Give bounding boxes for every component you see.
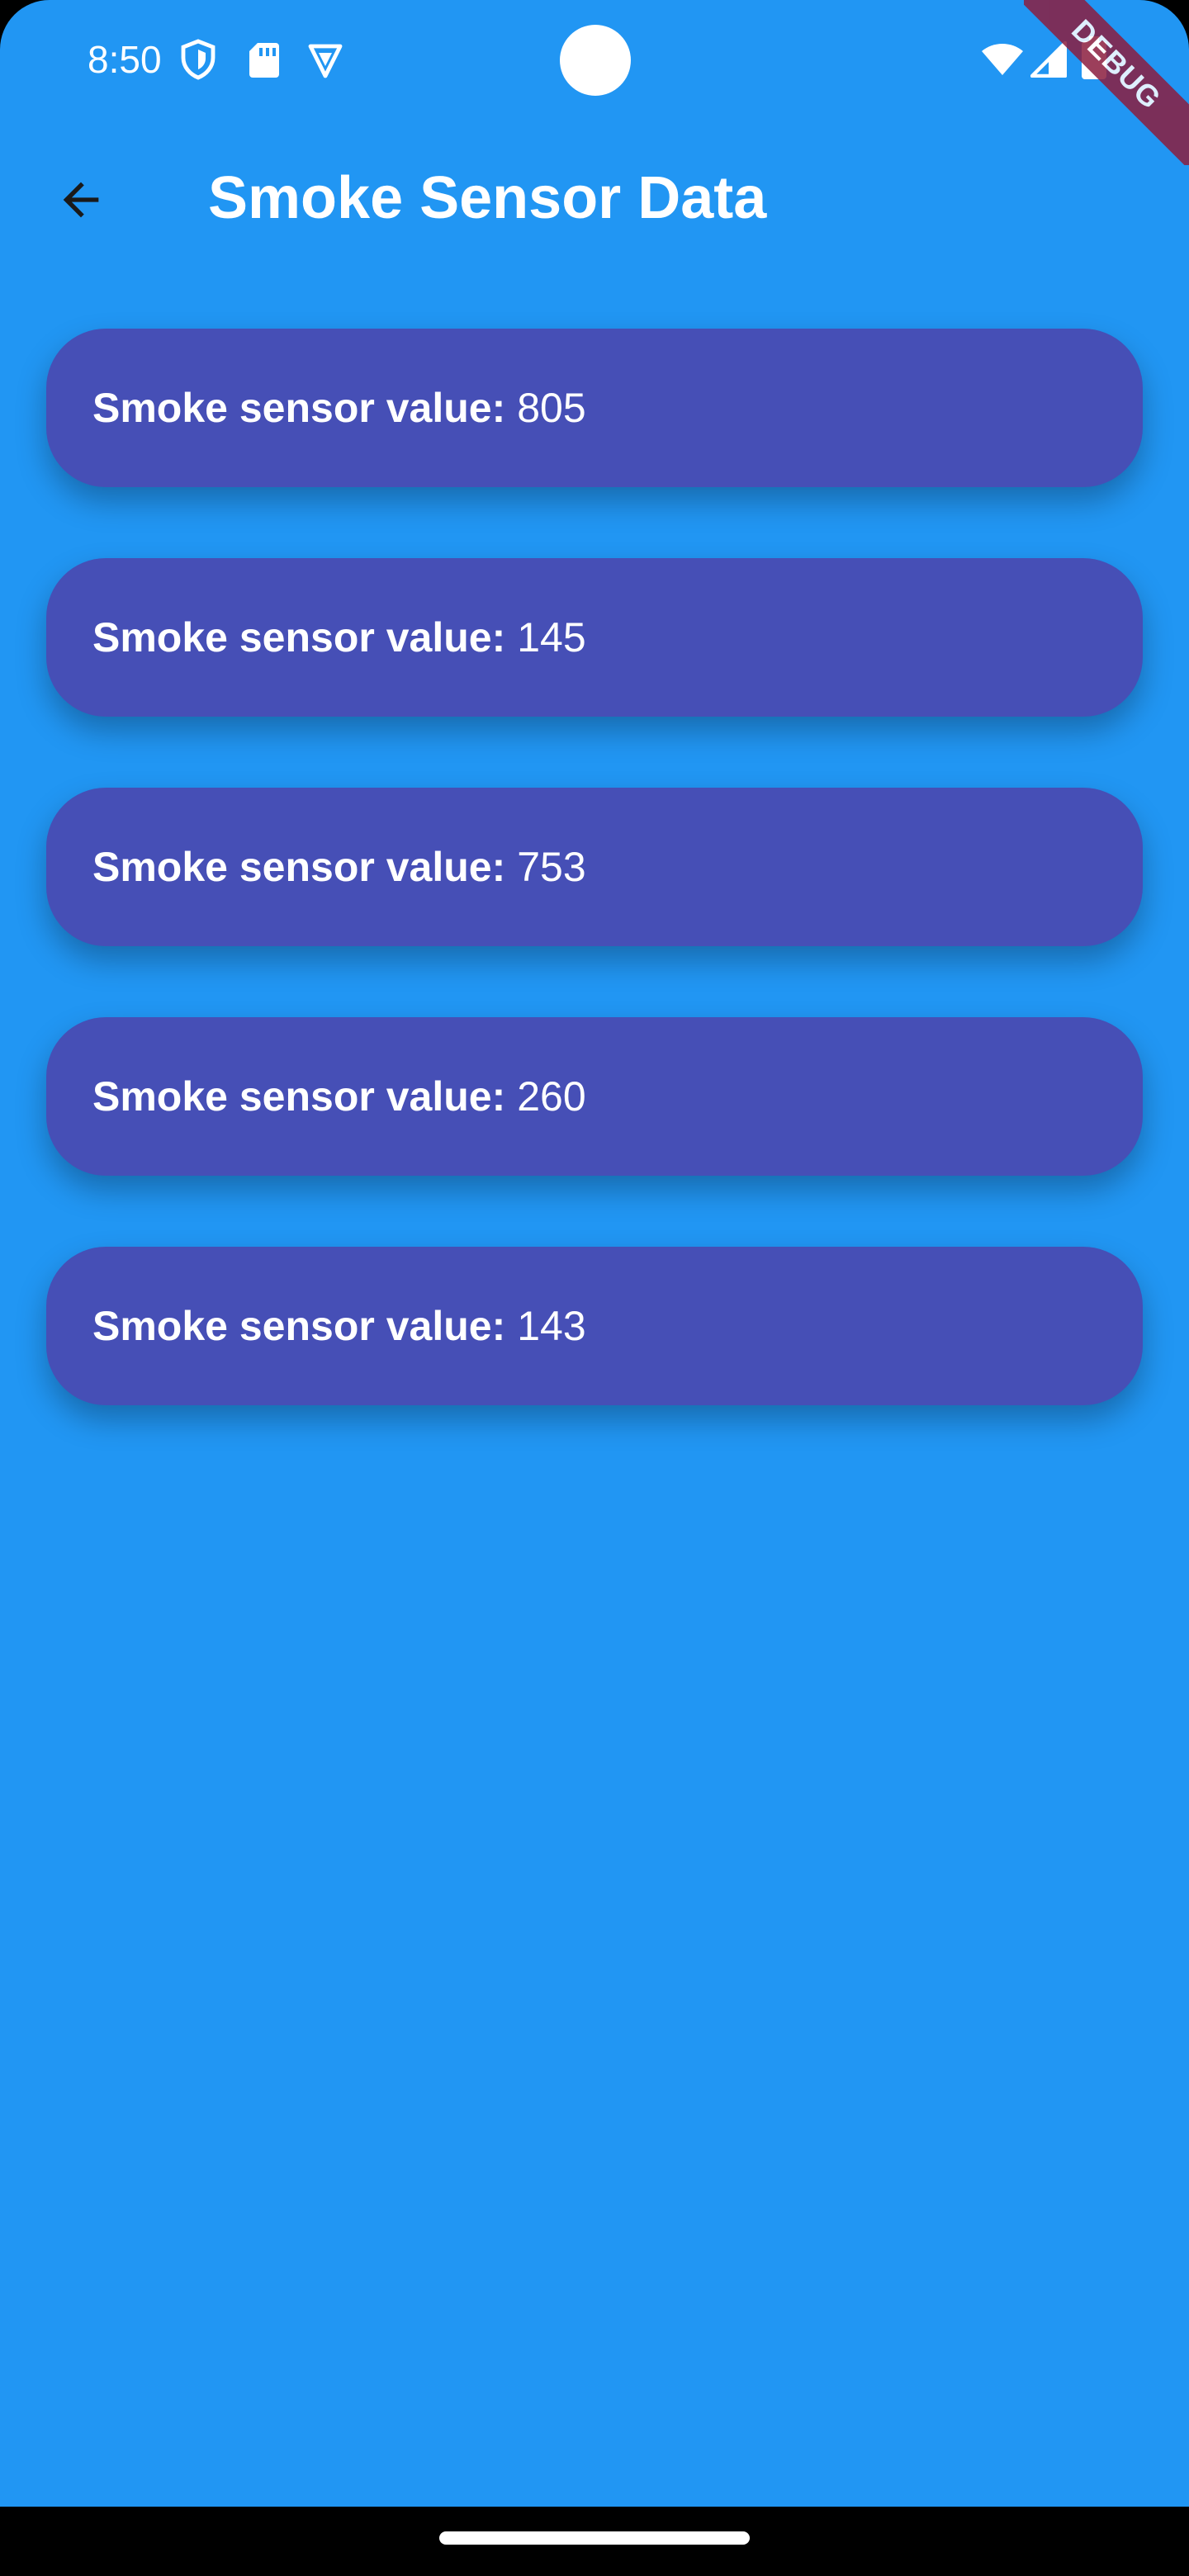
camera-cutout — [560, 25, 631, 96]
wifi-icon — [981, 40, 1023, 83]
status-time: 8:50 — [88, 38, 162, 81]
sensor-reading-card[interactable]: Smoke sensor value: 805 — [46, 329, 1143, 487]
reading-label: Smoke sensor value: — [92, 385, 506, 431]
sensor-reading-card[interactable]: Smoke sensor value: 753 — [46, 788, 1143, 946]
battery-icon — [1082, 36, 1121, 79]
reading-label: Smoke sensor value: — [92, 614, 506, 661]
app-screen: 8:50 DEBUG Smoke Sensor Data Smoke senso… — [0, 0, 1189, 2576]
vpn-icon — [306, 38, 345, 81]
sensor-readings-list: Smoke sensor value: 805 Smoke sensor val… — [46, 329, 1143, 1476]
sensor-reading-card[interactable]: Smoke sensor value: 145 — [46, 558, 1143, 717]
navigation-bar — [0, 2507, 1189, 2576]
sensor-reading-card[interactable]: Smoke sensor value: 260 — [46, 1017, 1143, 1176]
reading-label: Smoke sensor value: — [92, 1073, 506, 1120]
reading-value: 805 — [517, 385, 586, 431]
reading-value: 143 — [517, 1303, 586, 1349]
sd-card-icon — [244, 38, 284, 81]
cellular-signal-icon — [1030, 40, 1070, 84]
status-bar: 8:50 — [0, 0, 1189, 122]
reading-value: 145 — [517, 614, 586, 661]
back-button[interactable] — [40, 159, 122, 241]
app-bar: Smoke Sensor Data — [0, 122, 1189, 277]
reading-value: 753 — [517, 844, 586, 890]
reading-value: 260 — [517, 1073, 586, 1120]
sensor-reading-card[interactable]: Smoke sensor value: 143 — [46, 1247, 1143, 1405]
home-indicator[interactable] — [439, 2531, 750, 2545]
reading-label: Smoke sensor value: — [92, 844, 506, 890]
page-title: Smoke Sensor Data — [208, 165, 767, 231]
reading-label: Smoke sensor value: — [92, 1303, 506, 1349]
shield-icon — [178, 38, 218, 81]
arrow-back-icon — [63, 182, 99, 218]
